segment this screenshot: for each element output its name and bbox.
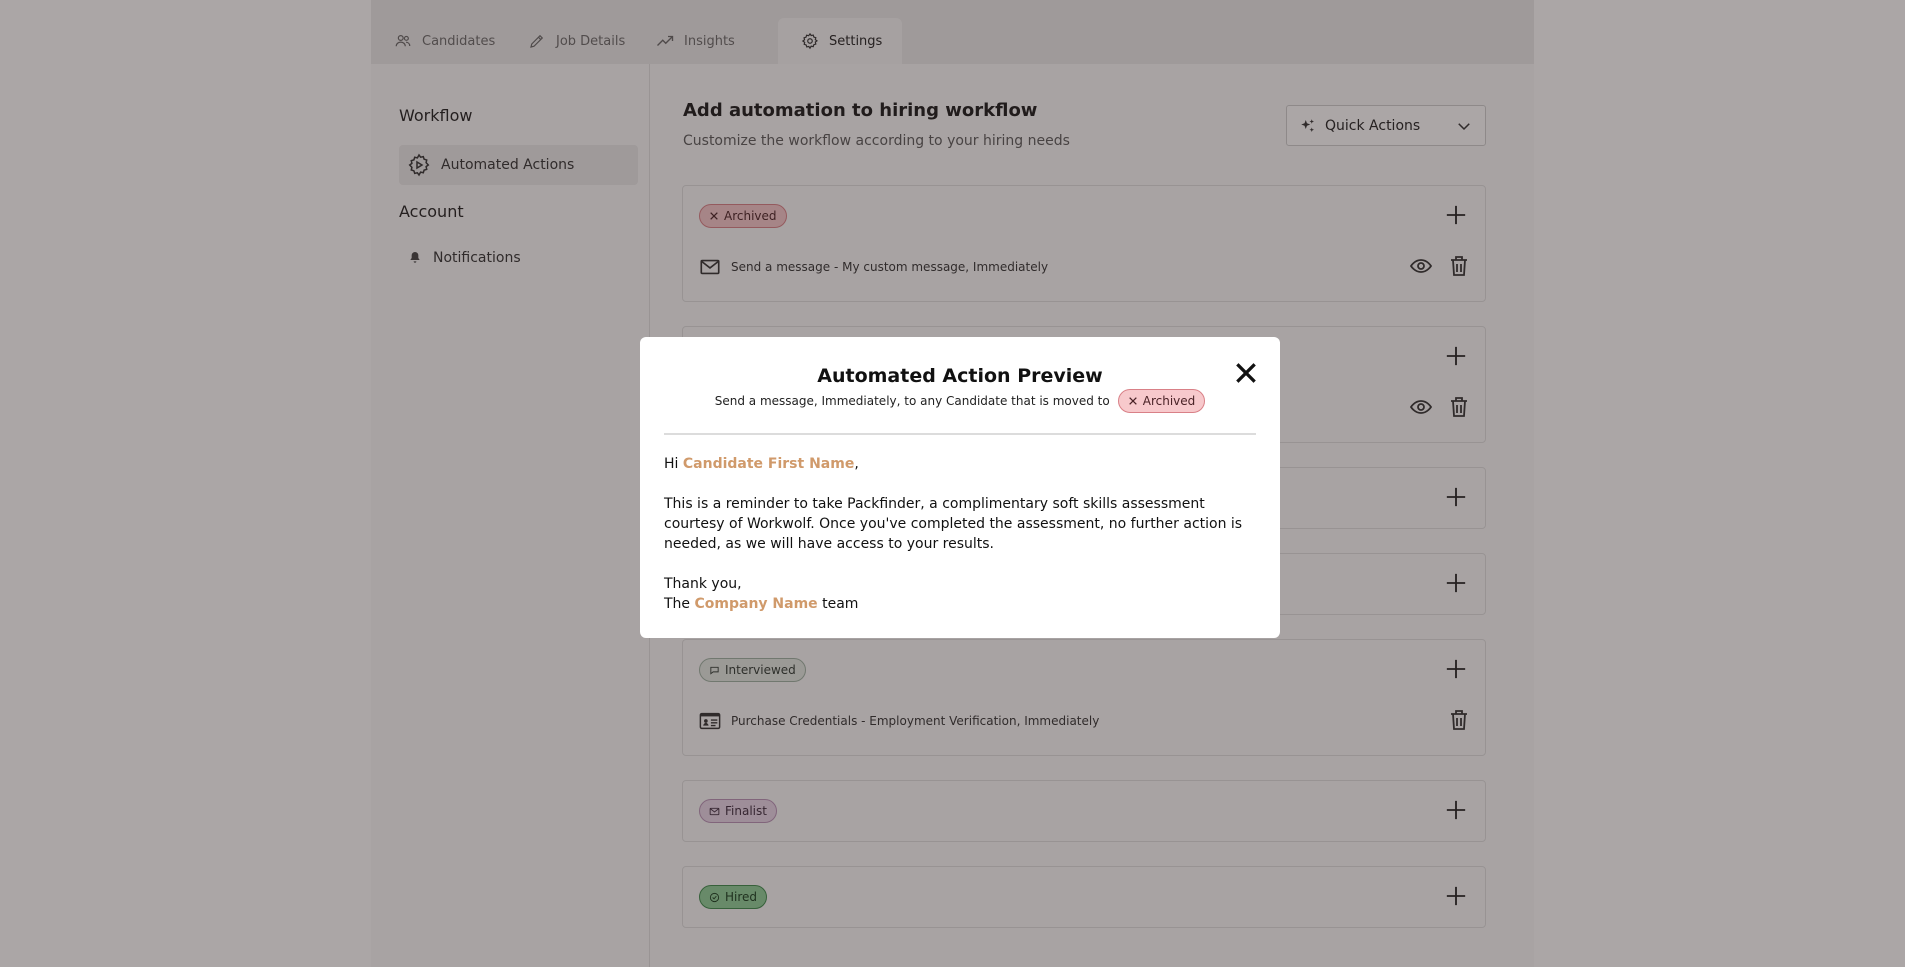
close-icon[interactable] bbox=[1233, 360, 1259, 386]
greeting-word: Hi bbox=[664, 456, 679, 472]
candidate-first-name-variable: Candidate First Name bbox=[682, 456, 855, 472]
thanks-line: Thank you, bbox=[664, 576, 742, 592]
greeting-comma: , bbox=[854, 456, 859, 472]
modal-title: Automated Action Preview bbox=[817, 365, 1103, 387]
divider bbox=[664, 433, 1256, 435]
greeting-line: Hi Candidate First Name, bbox=[664, 454, 1256, 474]
close-icon bbox=[1128, 397, 1137, 405]
message-paragraph: This is a reminder to take Packfinder, a… bbox=[664, 496, 1243, 552]
sign-pre: The bbox=[664, 596, 691, 612]
modal-subtitle: Send a message, Immediately, to any Cand… bbox=[640, 389, 1280, 413]
signature: Thank you, The Company Name team bbox=[664, 574, 1256, 614]
badge-label: Archived bbox=[1142, 394, 1196, 408]
company-name-variable: Company Name bbox=[694, 596, 818, 612]
message-preview: Hi Candidate First Name, This is a remin… bbox=[664, 454, 1256, 614]
status-badge-archived: Archived bbox=[1117, 389, 1206, 413]
sign-post: team bbox=[822, 596, 859, 612]
modal-subtitle-text: Send a message, Immediately, to any Cand… bbox=[714, 394, 1110, 408]
automated-action-preview-modal: Automated Action Preview Send a message,… bbox=[640, 337, 1280, 638]
